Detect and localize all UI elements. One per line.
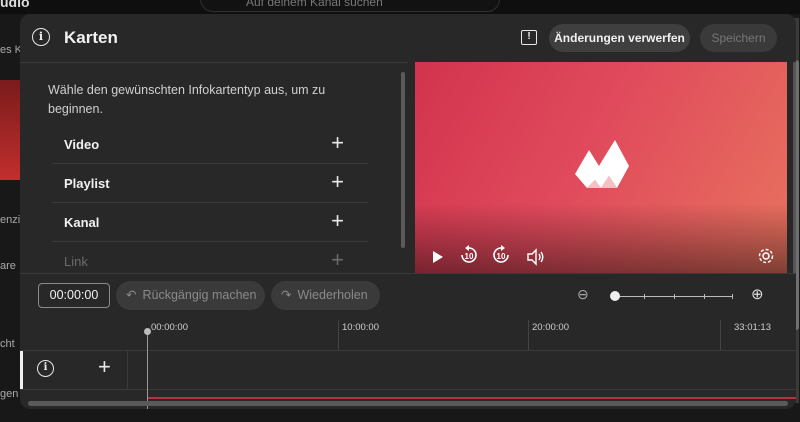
video-preview[interactable]: 10 10 bbox=[415, 62, 787, 273]
card-type-channel[interactable]: Kanal + bbox=[52, 203, 368, 242]
card-type-intro: Wähle den gewünschten Infokartentyp aus,… bbox=[48, 83, 326, 116]
play-icon[interactable] bbox=[431, 248, 445, 266]
timeline-scrollbar[interactable] bbox=[28, 401, 788, 406]
volume-icon[interactable] bbox=[527, 248, 545, 266]
studio-logo: udio bbox=[0, 0, 30, 10]
timeline-toolbar: 00:00:00 ↶ Rückgängig machen ↷ Wiederholen… bbox=[20, 273, 796, 317]
ruler-tick bbox=[720, 320, 721, 350]
search-placeholder: Auf deinem Kanal suchen bbox=[246, 0, 383, 9]
zoom-in-icon[interactable]: ⊕ bbox=[751, 285, 764, 303]
dialog-title: Karten bbox=[64, 28, 118, 47]
redo-button[interactable]: ↷ Wiederholen bbox=[271, 281, 380, 310]
card-type-label: Video bbox=[64, 137, 100, 152]
playhead-handle[interactable] bbox=[144, 328, 151, 335]
ruler-label: 10:00:00 bbox=[342, 322, 379, 333]
sidebar-item[interactable]: es K bbox=[0, 44, 22, 56]
save-button[interactable]: Speichern bbox=[700, 24, 777, 52]
zoom-out-icon[interactable]: ⊖ bbox=[577, 286, 589, 303]
add-card-icon[interactable]: + bbox=[98, 356, 111, 378]
card-type-playlist[interactable]: Playlist + bbox=[52, 164, 368, 203]
current-time-input[interactable]: 00:00:00 bbox=[38, 283, 110, 308]
ruler-label: 20:00:00 bbox=[532, 322, 569, 333]
card-type-label: Playlist bbox=[64, 176, 110, 191]
sidebar-item[interactable]: gen bbox=[0, 388, 18, 400]
rewind-10-icon[interactable]: 10 bbox=[459, 245, 479, 263]
add-icon[interactable]: + bbox=[331, 210, 344, 232]
card-type-label: Kanal bbox=[64, 215, 100, 230]
track-selected-indicator bbox=[20, 351, 23, 389]
forward-10-icon[interactable]: 10 bbox=[491, 245, 511, 263]
discard-changes-button[interactable]: Änderungen verwerfen bbox=[549, 24, 690, 52]
cards-track[interactable]: i + bbox=[20, 350, 796, 390]
feedback-icon[interactable]: ! bbox=[521, 30, 537, 45]
playhead[interactable] bbox=[147, 331, 148, 409]
dialog-scrollbar[interactable] bbox=[793, 62, 796, 273]
rewind-seconds: 10 bbox=[465, 252, 474, 261]
zoom-slider[interactable] bbox=[615, 294, 733, 299]
undo-icon: ↶ bbox=[126, 288, 137, 302]
redo-icon: ↷ bbox=[281, 288, 292, 302]
add-icon[interactable]: + bbox=[331, 132, 344, 154]
sidebar-item[interactable]: cht bbox=[0, 338, 15, 350]
ruler-label: 33:01:13 bbox=[734, 322, 771, 333]
card-type-link[interactable]: Link + bbox=[52, 242, 368, 273]
undo-button[interactable]: ↶ Rückgängig machen bbox=[116, 281, 265, 310]
card-type-panel: Wähle den gewünschten Infokartentyp aus,… bbox=[20, 62, 408, 273]
add-icon[interactable]: + bbox=[331, 171, 344, 193]
add-icon[interactable]: + bbox=[331, 249, 344, 271]
card-type-video[interactable]: Video + bbox=[52, 125, 368, 164]
ruler-tick bbox=[338, 320, 339, 350]
channel-thumbnail bbox=[0, 80, 22, 180]
info-icon[interactable]: i bbox=[37, 360, 54, 377]
dialog-header: i Karten ! Änderungen verwerfen Speicher… bbox=[20, 14, 796, 62]
card-type-label: Link bbox=[64, 254, 88, 269]
undo-label: Rückgängig machen bbox=[142, 288, 257, 302]
timeline: 00:00:00 10:00:00 20:00:00 33:01:13 i + bbox=[20, 317, 796, 409]
video-clip-bar bbox=[147, 397, 796, 399]
channel-logo-icon bbox=[575, 140, 629, 188]
track-divider bbox=[127, 351, 128, 389]
zoom-slider-handle[interactable] bbox=[610, 291, 620, 301]
ruler-tick bbox=[528, 320, 529, 350]
sidebar-item[interactable]: are bbox=[0, 260, 16, 272]
forward-seconds: 10 bbox=[497, 252, 506, 261]
info-icon[interactable]: i bbox=[32, 28, 50, 46]
settings-gear-icon[interactable] bbox=[757, 247, 775, 265]
redo-label: Wiederholen bbox=[297, 288, 368, 302]
cards-dialog: i Karten ! Änderungen verwerfen Speicher… bbox=[20, 14, 796, 409]
card-panel-scrollbar[interactable] bbox=[401, 72, 405, 248]
ruler-label: 00:00:00 bbox=[151, 322, 188, 333]
